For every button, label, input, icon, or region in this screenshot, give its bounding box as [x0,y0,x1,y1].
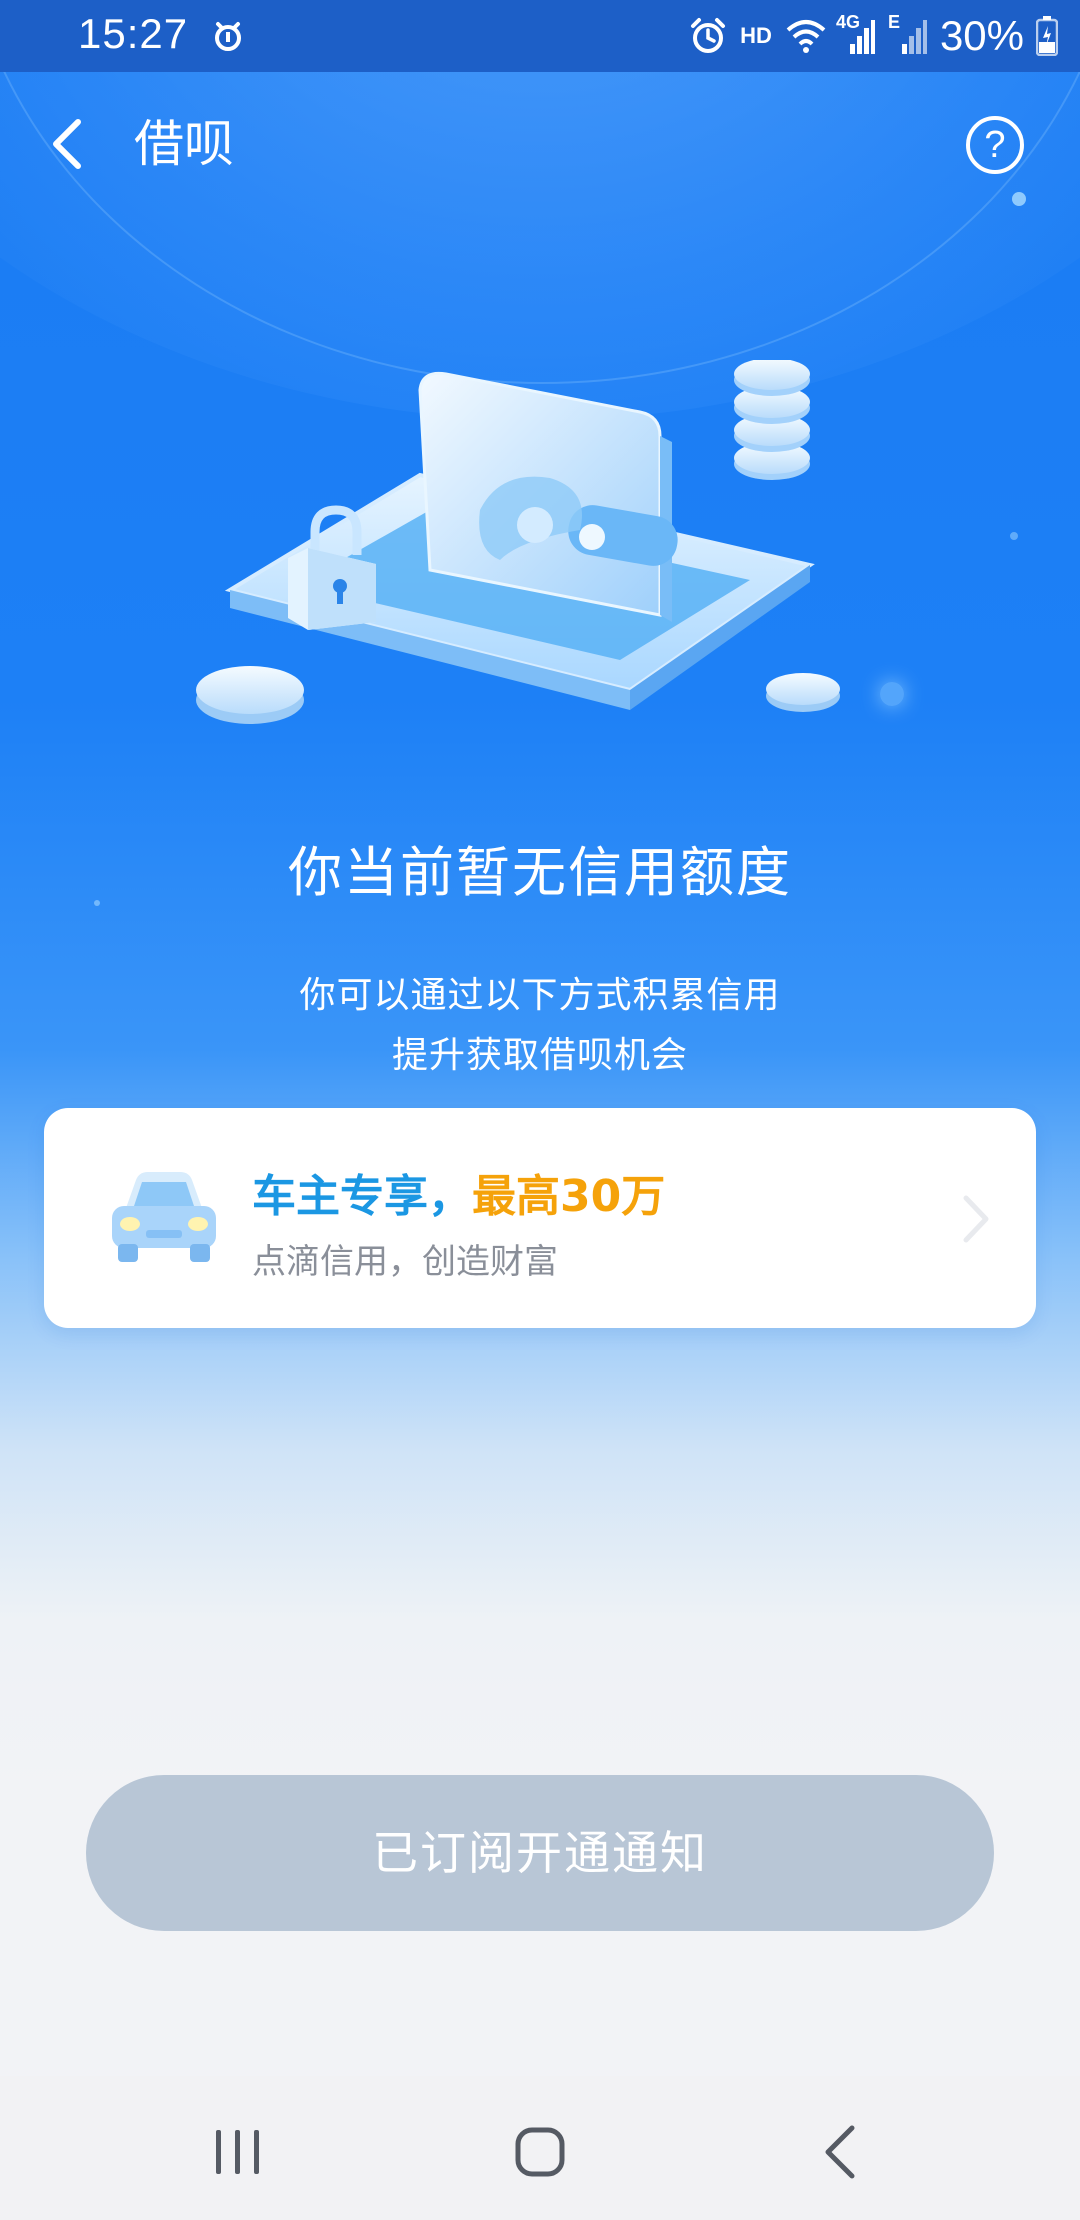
wifi-icon [784,16,826,56]
alarm-icon [688,16,728,56]
signal-icon-e: E [888,12,928,56]
status-bar: 15:27 HD 4G E 30% [0,0,1080,72]
promo-title: 车主专享，最高30万 [252,1160,665,1224]
screen: 15:27 HD 4G E 30% 借呗 ? 你当前暂无信用额度 你可以通过以下… [0,0,1080,2220]
subscribe-notification-button[interactable]: 已订阅开通通知 [86,1775,994,1931]
subtitle-line-2: 提升获取借呗机会 [391,1035,688,1076]
chevron-right-icon [963,1195,989,1243]
battery-percent: 30% [939,12,1024,59]
car-icon [112,1172,216,1262]
no-credit-title: 你当前暂无信用额度 [288,841,792,904]
notification-icon [210,18,246,54]
decor-dot [1012,192,1026,206]
status-indicators: HD 4G E 30% [688,12,1059,60]
system-nav-bar [0,2076,1080,2220]
help-icon: ? [984,124,1006,166]
signal-icon-4g: 4G [836,12,876,56]
help-button[interactable]: ? [966,116,1024,174]
subtitle-line-1: 你可以通过以下方式积累信用 [299,975,781,1016]
hd-label: HD [740,23,772,48]
page-title: 借呗 [134,115,234,173]
promo-description: 点滴信用，创造财富 [252,1242,558,1282]
battery-icon [1035,16,1059,57]
nav-back-icon[interactable] [820,2124,860,2180]
decor-dot [1010,532,1018,540]
promo-title-part1: 车主专享， [252,1171,472,1222]
promo-title-part2: 最高30万 [472,1171,666,1222]
back-button[interactable] [38,108,98,180]
home-icon[interactable] [514,2126,566,2178]
back-icon [53,119,81,169]
wallet-illustration [196,360,840,724]
app-header: 借呗 ? [0,72,1080,216]
car-owner-promo-card[interactable]: 车主专享，最高30万 点滴信用，创造财富 [44,1108,1036,1328]
recent-apps-icon[interactable] [210,2128,266,2176]
decor-dot [880,682,904,706]
status-time: 15:27 [78,10,189,57]
